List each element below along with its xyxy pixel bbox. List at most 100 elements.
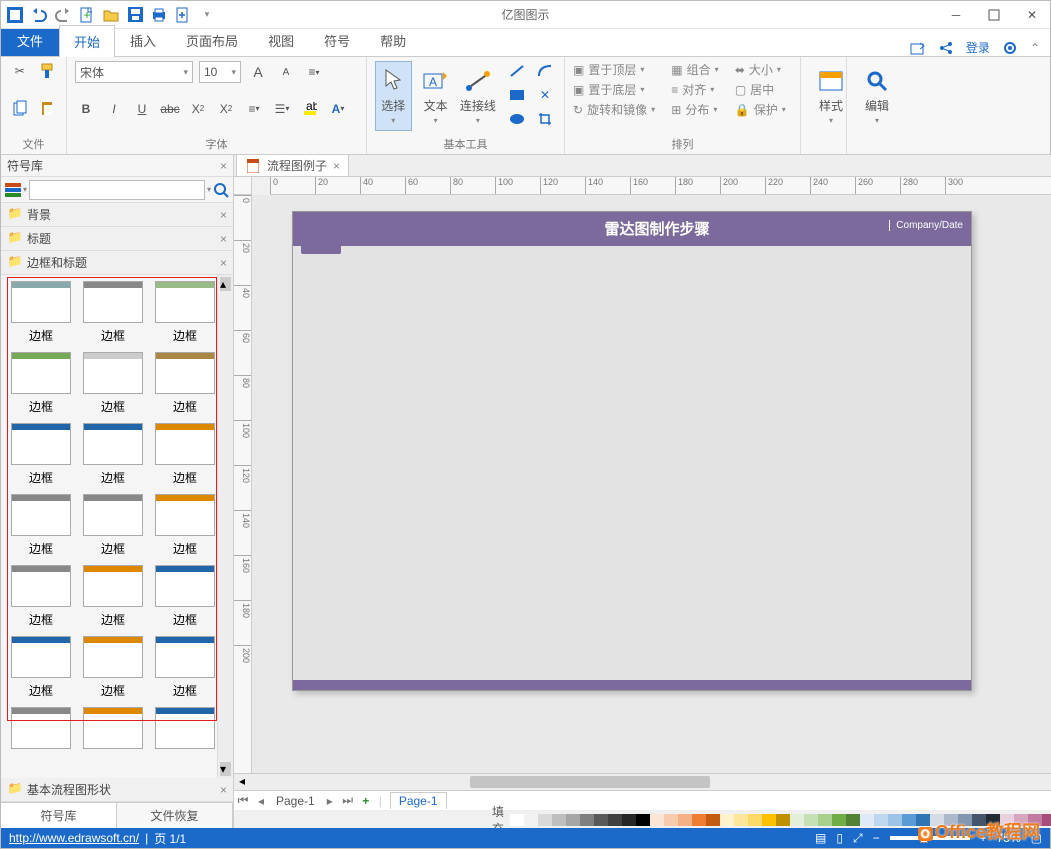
- export-icon[interactable]: [175, 7, 191, 23]
- rect-shape-icon[interactable]: [506, 85, 528, 105]
- ellipse-shape-icon[interactable]: [506, 109, 528, 129]
- color-swatch[interactable]: [874, 814, 888, 826]
- lib-item[interactable]: 边框: [83, 423, 143, 486]
- strike-button[interactable]: abc: [159, 99, 181, 119]
- maximize-button[interactable]: [982, 5, 1006, 25]
- lib-item[interactable]: [11, 707, 71, 749]
- size-btn[interactable]: ⬌大小▾: [735, 61, 792, 78]
- lib-item[interactable]: 边框: [83, 281, 143, 344]
- cat-background[interactable]: 📁背景×: [1, 203, 233, 227]
- color-swatch[interactable]: [650, 814, 664, 826]
- qat-more-icon[interactable]: ▾: [199, 7, 215, 23]
- tab-symbol-lib[interactable]: 符号库: [1, 803, 117, 828]
- save-icon[interactable]: [127, 7, 143, 23]
- lib-item[interactable]: 边框: [83, 565, 143, 628]
- print-icon[interactable]: [151, 7, 167, 23]
- color-swatch[interactable]: [832, 814, 846, 826]
- view-mode-1-icon[interactable]: ▤: [815, 831, 826, 845]
- lib-item[interactable]: 边框: [11, 494, 71, 557]
- page-next[interactable]: ▸: [321, 794, 339, 808]
- line-spacing-icon[interactable]: ≡▾: [243, 99, 265, 119]
- font-color-icon[interactable]: A▾: [327, 99, 349, 119]
- lib-item[interactable]: 边框: [83, 636, 143, 699]
- protect-btn[interactable]: 🔒保护▾: [735, 101, 792, 118]
- lib-item[interactable]: 边框: [11, 352, 71, 415]
- crop-icon[interactable]: [534, 109, 556, 129]
- cat-title[interactable]: 📁标题×: [1, 227, 233, 251]
- page-canvas[interactable]: 雷达图制作步骤 Company/Date: [292, 211, 972, 691]
- format-painter-icon[interactable]: [37, 61, 59, 81]
- delete-shape-icon[interactable]: ✕: [534, 85, 556, 105]
- lib-item[interactable]: 边框: [11, 565, 71, 628]
- cat-flowchart[interactable]: 📁基本流程图形状×: [1, 778, 233, 802]
- cat-border-title[interactable]: 📁边框和标题×: [1, 251, 233, 275]
- color-swatch[interactable]: [930, 814, 944, 826]
- status-url[interactable]: http://www.edrawsoft.cn/: [9, 831, 139, 845]
- color-swatch[interactable]: [538, 814, 552, 826]
- color-swatch[interactable]: [594, 814, 608, 826]
- lib-item[interactable]: 边框: [11, 636, 71, 699]
- lib-item[interactable]: 边框: [155, 423, 215, 486]
- color-swatch[interactable]: [510, 814, 524, 826]
- font-size-combo[interactable]: 10▾: [199, 61, 241, 83]
- color-swatch[interactable]: [1000, 814, 1014, 826]
- color-swatch[interactable]: [888, 814, 902, 826]
- font-name-combo[interactable]: 宋体▾: [75, 61, 193, 83]
- share-icon[interactable]: [938, 40, 954, 56]
- file-tab[interactable]: 文件: [1, 25, 59, 56]
- view-mode-2-icon[interactable]: ▯: [836, 831, 843, 845]
- group-btn[interactable]: ▦组合▾: [671, 61, 725, 78]
- search-icon[interactable]: [213, 182, 229, 198]
- lib-item[interactable]: [83, 707, 143, 749]
- collapse-ribbon-icon[interactable]: ⌃: [1030, 41, 1040, 55]
- color-swatch[interactable]: [804, 814, 818, 826]
- send-back[interactable]: ▣置于底层▾: [573, 81, 661, 98]
- select-tool[interactable]: 选择▾: [375, 61, 412, 131]
- center-btn[interactable]: ▢居中: [735, 81, 792, 98]
- color-swatch[interactable]: [1014, 814, 1028, 826]
- color-swatch[interactable]: [902, 814, 916, 826]
- symbol-search-input[interactable]: [29, 180, 205, 200]
- superscript-button[interactable]: X2: [215, 99, 237, 119]
- tab-file-recovery[interactable]: 文件恢复: [117, 803, 233, 828]
- color-swatch[interactable]: [846, 814, 860, 826]
- highlight-icon[interactable]: ab: [299, 99, 321, 119]
- color-swatch[interactable]: [706, 814, 720, 826]
- lib-item[interactable]: 边框: [155, 281, 215, 344]
- color-swatch[interactable]: [552, 814, 566, 826]
- lib-menu-icon[interactable]: [5, 182, 21, 198]
- zoom-slider[interactable]: [890, 836, 970, 840]
- undo-icon[interactable]: [31, 7, 47, 23]
- lib-item[interactable]: 边框: [83, 494, 143, 557]
- cut-icon[interactable]: ✂: [9, 61, 31, 81]
- zoom-in[interactable]: +: [980, 831, 987, 845]
- distribute-btn[interactable]: ⊞分布▾: [671, 101, 725, 118]
- grow-font-icon[interactable]: A: [247, 62, 269, 82]
- doc-tab[interactable]: 流程图例子×: [236, 154, 349, 176]
- lib-item[interactable]: 边框: [155, 636, 215, 699]
- color-swatch[interactable]: [636, 814, 650, 826]
- paste-icon[interactable]: [37, 98, 59, 118]
- rotate-btn[interactable]: ↻旋转和镜像▾: [573, 101, 661, 118]
- lib-item[interactable]: 边框: [155, 565, 215, 628]
- bullets-icon[interactable]: ☰▾: [271, 99, 293, 119]
- connector-tool[interactable]: 连接线▾: [460, 61, 496, 131]
- login-link[interactable]: 登录: [966, 39, 990, 56]
- color-swatch[interactable]: [524, 814, 538, 826]
- color-swatch[interactable]: [692, 814, 706, 826]
- share-export-icon[interactable]: [910, 40, 926, 56]
- page-header-shape[interactable]: 雷达图制作步骤 Company/Date: [293, 212, 971, 246]
- zoom-value[interactable]: 75%: [997, 831, 1021, 845]
- close-tab-icon[interactable]: ×: [333, 159, 340, 173]
- color-swatch[interactable]: [608, 814, 622, 826]
- color-swatch[interactable]: [860, 814, 874, 826]
- bold-button[interactable]: B: [75, 99, 97, 119]
- page-last[interactable]: ⏭: [339, 793, 357, 808]
- line-shape-icon[interactable]: [506, 61, 528, 81]
- color-swatch[interactable]: [1028, 814, 1042, 826]
- color-swatch[interactable]: [622, 814, 636, 826]
- open-icon[interactable]: [103, 7, 119, 23]
- lib-item[interactable]: 边框: [83, 352, 143, 415]
- lib-item[interactable]: 边框: [155, 494, 215, 557]
- arc-shape-icon[interactable]: [534, 61, 556, 81]
